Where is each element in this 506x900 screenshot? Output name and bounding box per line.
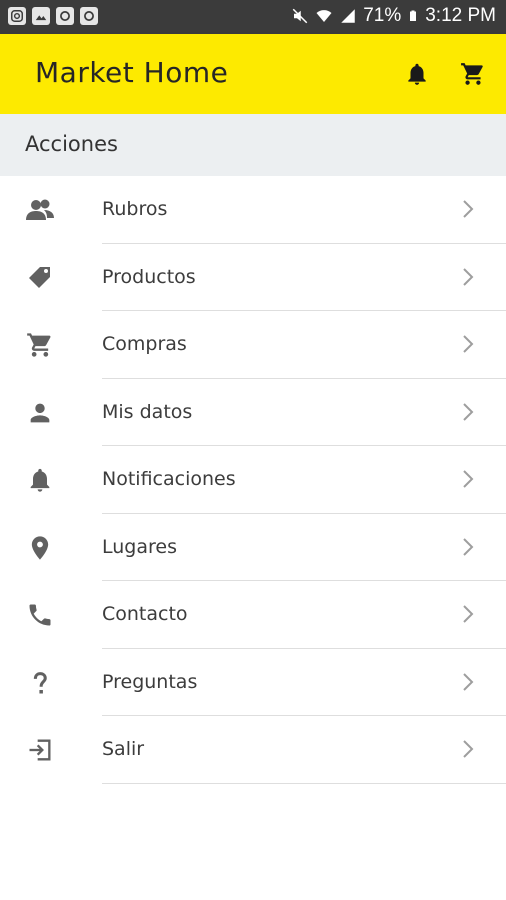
menu-item-rubros[interactable]: Rubros <box>0 176 506 244</box>
chevron-right-icon <box>460 468 476 490</box>
divider <box>102 782 506 784</box>
app-bar: Market Home <box>0 34 506 114</box>
chevron-right-icon <box>460 333 476 355</box>
menu-item-label: Lugares <box>102 535 177 558</box>
chevron-right-icon <box>460 401 476 423</box>
menu-item-label: Mis datos <box>102 400 193 423</box>
menu-item-lugares[interactable]: Lugares <box>0 514 506 581</box>
menu-item-label: Preguntas <box>102 670 198 693</box>
chevron-right-icon <box>460 266 476 288</box>
menu-item-productos[interactable]: Productos <box>0 244 506 311</box>
cart-icon <box>461 63 483 85</box>
menu-item-label: Rubros <box>102 198 168 220</box>
wifi-icon <box>316 10 332 22</box>
bell-icon <box>408 63 426 85</box>
location-pin-icon <box>25 534 55 562</box>
app-icon <box>56 7 74 25</box>
menu-item-notificaciones[interactable]: Notificaciones <box>0 446 506 514</box>
groups-icon <box>25 196 55 224</box>
menu-item-label: Compras <box>102 333 187 355</box>
menu-item-label: Contacto <box>102 603 188 625</box>
menu-item-salir[interactable]: Salir <box>0 716 506 784</box>
battery-percent: 71% <box>363 5 402 26</box>
question-icon <box>25 669 55 697</box>
chevron-right-icon <box>460 738 476 760</box>
section-title: Acciones <box>25 132 118 156</box>
chevron-right-icon <box>460 603 476 625</box>
status-right: 71% 3:12 PM <box>291 5 496 27</box>
signal-icon <box>341 9 355 23</box>
menu-item-label: Productos <box>102 265 196 288</box>
chevron-right-icon <box>460 198 476 220</box>
app-title: Market Home <box>35 56 229 89</box>
phone-icon <box>25 601 55 629</box>
clock: 3:12 PM <box>425 5 496 26</box>
menu-item-contacto[interactable]: Contacto <box>0 581 506 649</box>
bell-icon <box>25 466 55 494</box>
battery-icon <box>410 10 417 21</box>
gallery-icon <box>32 7 50 25</box>
person-icon <box>25 399 55 427</box>
chevron-right-icon <box>460 671 476 693</box>
chevron-right-icon <box>460 536 476 558</box>
notifications-button[interactable] <box>404 61 430 87</box>
instagram-icon <box>8 7 26 25</box>
exit-icon <box>25 736 55 764</box>
status-bar: 71% 3:12 PM <box>0 0 506 34</box>
mute-icon <box>292 8 308 24</box>
actions-menu: Rubros Productos Compras Mis datos Notif… <box>0 176 506 784</box>
menu-item-mis-datos[interactable]: Mis datos <box>0 379 506 446</box>
menu-item-label: Salir <box>102 738 145 760</box>
section-header: Acciones <box>0 114 506 176</box>
menu-item-compras[interactable]: Compras <box>0 311 506 379</box>
menu-item-label: Notificaciones <box>102 468 236 490</box>
cart-icon <box>25 331 55 359</box>
cart-button[interactable] <box>460 61 486 87</box>
app-icon <box>80 7 98 25</box>
tag-icon <box>25 264 55 292</box>
status-left-icons <box>8 7 98 25</box>
menu-item-preguntas[interactable]: Preguntas <box>0 649 506 716</box>
